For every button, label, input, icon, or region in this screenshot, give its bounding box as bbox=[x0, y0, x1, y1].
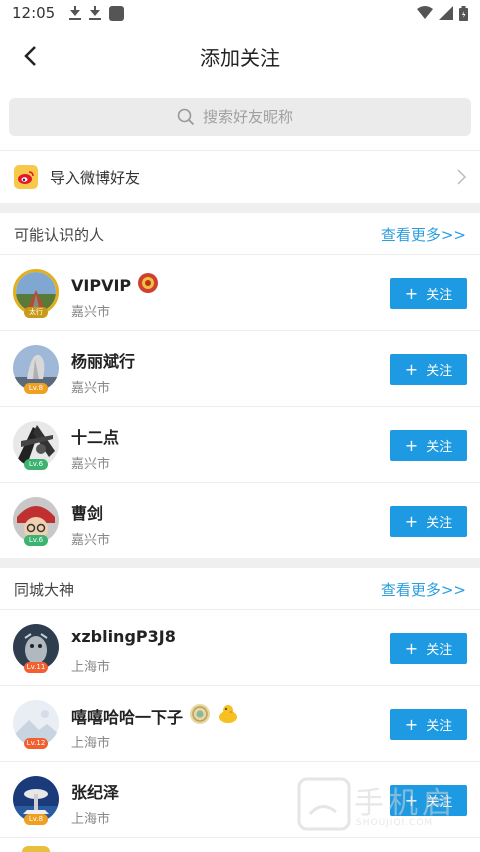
plus-icon: + bbox=[404, 714, 419, 734]
signal-icon bbox=[439, 6, 453, 20]
import-weibo-row[interactable]: 导入微博好友 bbox=[0, 152, 480, 202]
level-badge: Lv.8 bbox=[24, 383, 48, 394]
user-name: 杨丽斌行 bbox=[71, 352, 136, 371]
level-badge: Lv.6 bbox=[24, 459, 48, 470]
user-name: 嘻嘻哈哈一下子 bbox=[71, 708, 184, 727]
level-badge: Lv.12 bbox=[24, 738, 48, 749]
user-city: 嘉兴市 bbox=[71, 305, 111, 320]
user-name-wrap: 十二点 bbox=[71, 424, 119, 448]
user-name: 张纪泽 bbox=[71, 783, 120, 802]
follow-button[interactable]: + 关注 bbox=[390, 709, 467, 740]
import-weibo-label: 导入微博好友 bbox=[50, 168, 141, 187]
user-row[interactable]: Lv.6 曹剑 嘉兴市 + 关注 bbox=[0, 483, 480, 559]
user-name: VIPVIP bbox=[71, 275, 132, 295]
watermark-logo-icon bbox=[297, 777, 351, 831]
user-name-wrap: xzblingP3J8 bbox=[71, 627, 176, 646]
section-gap bbox=[0, 558, 480, 568]
plus-icon: + bbox=[404, 638, 419, 658]
follow-label: 关注 bbox=[426, 719, 453, 734]
section-header-people-you-may-know: 可能认识的人 查看更多>> bbox=[0, 213, 480, 255]
search-input[interactable] bbox=[203, 108, 303, 126]
page-title: 添加关注 bbox=[200, 45, 280, 70]
wifi-icon bbox=[417, 6, 433, 19]
user-name: 曹剑 bbox=[71, 504, 104, 523]
level-badge: Lv.6 bbox=[24, 535, 48, 546]
header: 添加关注 bbox=[0, 26, 480, 86]
download-icon bbox=[69, 6, 82, 20]
plus-icon: + bbox=[404, 435, 419, 455]
level-badge: Lv.8 bbox=[24, 814, 48, 825]
see-more-link[interactable]: 查看更多>> bbox=[381, 224, 466, 245]
user-row[interactable]: Lv.8 杨丽斌行 嘉兴市 + 关注 bbox=[0, 331, 480, 407]
weibo-icon bbox=[14, 165, 38, 189]
plus-icon: + bbox=[404, 359, 419, 379]
watermark: 手机启 SHOUJIQI.COM bbox=[296, 776, 466, 834]
follow-label: 关注 bbox=[426, 516, 453, 531]
user-city: 嘉兴市 bbox=[71, 533, 111, 548]
chevron-left-icon bbox=[24, 46, 36, 66]
user-row[interactable]: Lv.12 嘻嘻哈哈一下子 上海市 + 关注 bbox=[0, 686, 480, 762]
battery-icon bbox=[459, 5, 468, 21]
plus-icon: + bbox=[404, 511, 419, 531]
search-icon bbox=[177, 108, 195, 126]
watermark-text: 手机启 bbox=[354, 786, 456, 821]
user-row[interactable]: Lv.11 xzblingP3J8 上海市 + 关注 bbox=[0, 610, 480, 686]
section-title: 同城大神 bbox=[14, 580, 75, 599]
user-name: 十二点 bbox=[71, 428, 120, 447]
red-medal-icon bbox=[137, 272, 159, 298]
divider bbox=[0, 150, 480, 151]
avatar bbox=[22, 846, 50, 852]
divider bbox=[0, 837, 480, 838]
section-title: 可能认识的人 bbox=[14, 225, 105, 244]
search-bar[interactable] bbox=[9, 98, 471, 136]
user-name-wrap: 张纪泽 bbox=[71, 779, 119, 803]
user-city: 嘉兴市 bbox=[71, 381, 111, 396]
section-gap bbox=[0, 203, 480, 213]
user-city: 上海市 bbox=[71, 812, 111, 827]
user-name-wrap: VIPVIP bbox=[71, 272, 159, 298]
see-more-link[interactable]: 查看更多>> bbox=[381, 579, 466, 600]
gold-medal-icon bbox=[189, 703, 211, 729]
follow-label: 关注 bbox=[426, 364, 453, 379]
user-name-wrap: 嘻嘻哈哈一下子 bbox=[71, 703, 239, 729]
plus-icon: + bbox=[404, 283, 419, 303]
user-city: 上海市 bbox=[71, 736, 111, 751]
user-row[interactable]: Lv.6 十二点 嘉兴市 + 关注 bbox=[0, 407, 480, 483]
status-bar: 12:05 bbox=[0, 0, 480, 26]
follow-button[interactable]: + 关注 bbox=[390, 430, 467, 461]
follow-button[interactable]: + 关注 bbox=[390, 278, 467, 309]
user-name-wrap: 杨丽斌行 bbox=[71, 348, 135, 372]
level-badge: 太行 bbox=[24, 307, 48, 318]
user-city: 嘉兴市 bbox=[71, 457, 111, 472]
follow-label: 关注 bbox=[426, 440, 453, 455]
section-header-local-experts: 同城大神 查看更多>> bbox=[0, 568, 480, 610]
watermark-subtext: SHOUJIQI.COM bbox=[356, 818, 434, 828]
follow-button[interactable]: + 关注 bbox=[390, 633, 467, 664]
user-name-wrap: 曹剑 bbox=[71, 500, 103, 524]
level-badge: Lv.11 bbox=[24, 662, 48, 673]
download-icon bbox=[89, 6, 102, 20]
follow-label: 关注 bbox=[426, 288, 453, 303]
duck-medal-icon bbox=[217, 703, 239, 729]
status-time: 12:05 bbox=[12, 4, 56, 22]
chevron-right-icon bbox=[457, 169, 466, 185]
follow-button[interactable]: + 关注 bbox=[390, 506, 467, 537]
follow-button[interactable]: + 关注 bbox=[390, 354, 467, 385]
follow-label: 关注 bbox=[426, 643, 453, 658]
user-city: 上海市 bbox=[71, 660, 111, 675]
notification-square-icon bbox=[109, 5, 125, 21]
back-button[interactable] bbox=[14, 40, 46, 72]
user-row[interactable]: 太行 VIPVIP 嘉兴市 + 关注 bbox=[0, 255, 480, 331]
user-name: xzblingP3J8 bbox=[71, 627, 176, 646]
